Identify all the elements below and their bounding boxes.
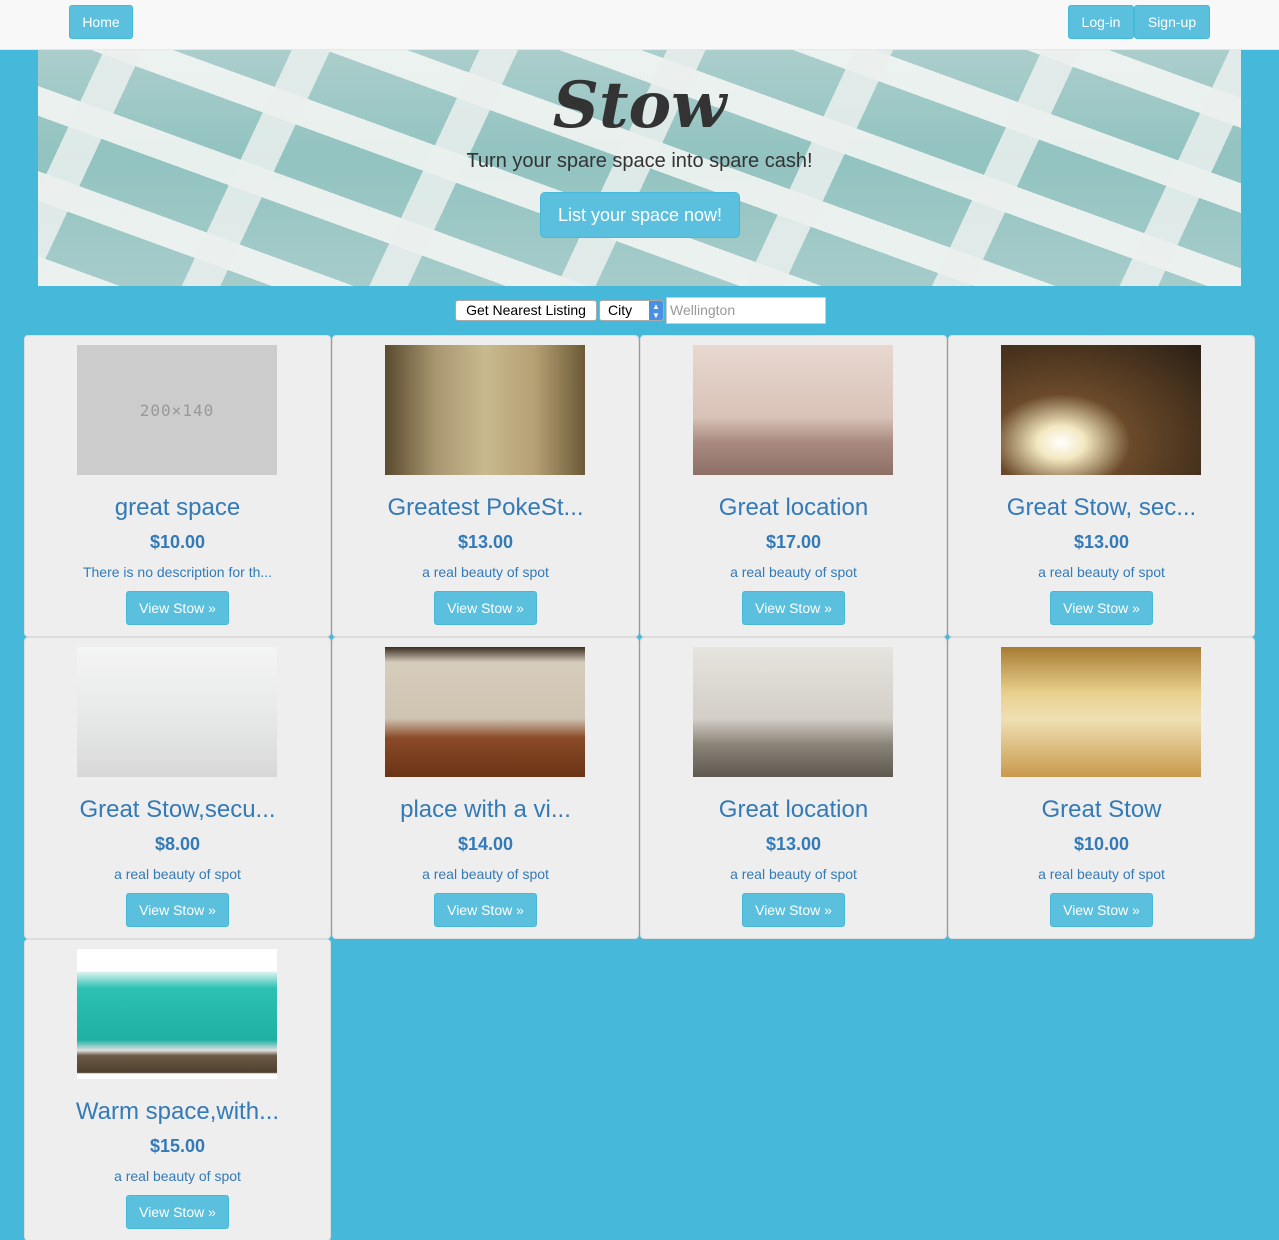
- listing-description: a real beauty of spot: [422, 866, 549, 882]
- view-stow-button[interactable]: View Stow »: [742, 893, 845, 927]
- get-nearest-listing-button[interactable]: Get Nearest Listing: [455, 300, 597, 321]
- listing-description: There is no description for th...: [82, 564, 273, 580]
- listing-image: [77, 647, 277, 777]
- city-select[interactable]: City ▲ ▼: [599, 300, 664, 321]
- listing-card: Greatest PokeSt... $13.00 a real beauty of…: [332, 335, 639, 637]
- select-arrows-icon: ▲ ▼: [649, 301, 663, 320]
- listing-description: a real beauty of spot: [1038, 866, 1165, 882]
- listing-description: a real beauty of spot: [114, 866, 241, 882]
- listing-image: [385, 345, 585, 475]
- navbar: Home Log-in Sign-up: [0, 0, 1279, 50]
- listing-card: place with a vi... $14.00 a real beauty of…: [332, 637, 639, 939]
- list-space-button[interactable]: List your space now!: [540, 192, 740, 238]
- listing-card: Great Stow,secu... $8.00 a real beauty of …: [24, 637, 331, 939]
- listing-image: [385, 647, 585, 777]
- listing-description: a real beauty of spot: [422, 564, 549, 580]
- listing-description: a real beauty of spot: [730, 866, 857, 882]
- view-stow-button[interactable]: View Stow »: [126, 1195, 229, 1229]
- listing-description: a real beauty of spot: [730, 564, 857, 580]
- listing-image: [77, 949, 277, 1079]
- listing-title: Great Stow, sec...: [1006, 494, 1197, 521]
- listing-title: Greatest PokeSt...: [387, 494, 584, 521]
- login-button[interactable]: Log-in: [1068, 5, 1134, 39]
- listing-price: $13.00: [765, 834, 822, 854]
- view-stow-button[interactable]: View Stow »: [1050, 591, 1153, 625]
- listing-title: Great location: [718, 494, 869, 521]
- listing-price: $10.00: [1073, 834, 1130, 854]
- city-input[interactable]: Wellington: [666, 297, 826, 324]
- hero-tagline: Turn your spare space into spare cash!: [466, 150, 813, 172]
- listing-card: Great Stow, sec... $13.00 a real beauty of…: [948, 335, 1255, 637]
- listing-price: $10.00: [149, 532, 206, 552]
- listing-title: Great Stow,secu...: [79, 796, 276, 823]
- listing-title: Warm space,with...: [75, 1098, 280, 1125]
- placeholder-text: 200×140: [139, 400, 215, 420]
- listing-description: a real beauty of spot: [1038, 564, 1165, 580]
- listing-price: $13.00: [1073, 532, 1130, 552]
- listing-image: 200×140: [77, 345, 277, 475]
- listing-title: Great location: [718, 796, 869, 823]
- hero-banner: Stow Turn your spare space into spare ca…: [38, 50, 1241, 286]
- signup-button[interactable]: Sign-up: [1134, 5, 1210, 39]
- listing-card: Warm space,with... $15.00 a real beauty of…: [24, 939, 331, 1240]
- city-select-value: City: [608, 302, 633, 318]
- listing-title: place with a vi...: [400, 796, 571, 823]
- home-button[interactable]: Home: [69, 5, 133, 39]
- view-stow-button[interactable]: View Stow »: [126, 893, 229, 927]
- listing-image: [1001, 647, 1201, 777]
- listing-description: a real beauty of spot: [114, 1168, 241, 1184]
- listing-price: $15.00: [149, 1136, 206, 1156]
- listing-card: 200×140 great space $10.00 There is no desc…: [24, 335, 331, 637]
- listing-price: $14.00: [457, 834, 514, 854]
- listing-image: [693, 345, 893, 475]
- listing-card: Great Stow $10.00 a real beauty of spot Vie…: [948, 637, 1255, 939]
- listing-price: $17.00: [765, 532, 822, 552]
- listing-title: great space: [114, 494, 241, 521]
- view-stow-button[interactable]: View Stow »: [742, 591, 845, 625]
- listing-image: [693, 647, 893, 777]
- listing-price: $13.00: [457, 532, 514, 552]
- view-stow-button[interactable]: View Stow »: [126, 591, 229, 625]
- listing-card: Great location $13.00 a real beauty of spo…: [640, 637, 947, 939]
- view-stow-button[interactable]: View Stow »: [434, 591, 537, 625]
- view-stow-button[interactable]: View Stow »: [434, 893, 537, 927]
- listing-price: $8.00: [154, 834, 201, 854]
- listing-image: [1001, 345, 1201, 475]
- listing-title: Great Stow: [1041, 796, 1162, 823]
- stow-logo: Stow: [552, 68, 727, 143]
- view-stow-button[interactable]: View Stow »: [1050, 893, 1153, 927]
- listing-card: Great location $17.00 a real beauty of spo…: [640, 335, 947, 637]
